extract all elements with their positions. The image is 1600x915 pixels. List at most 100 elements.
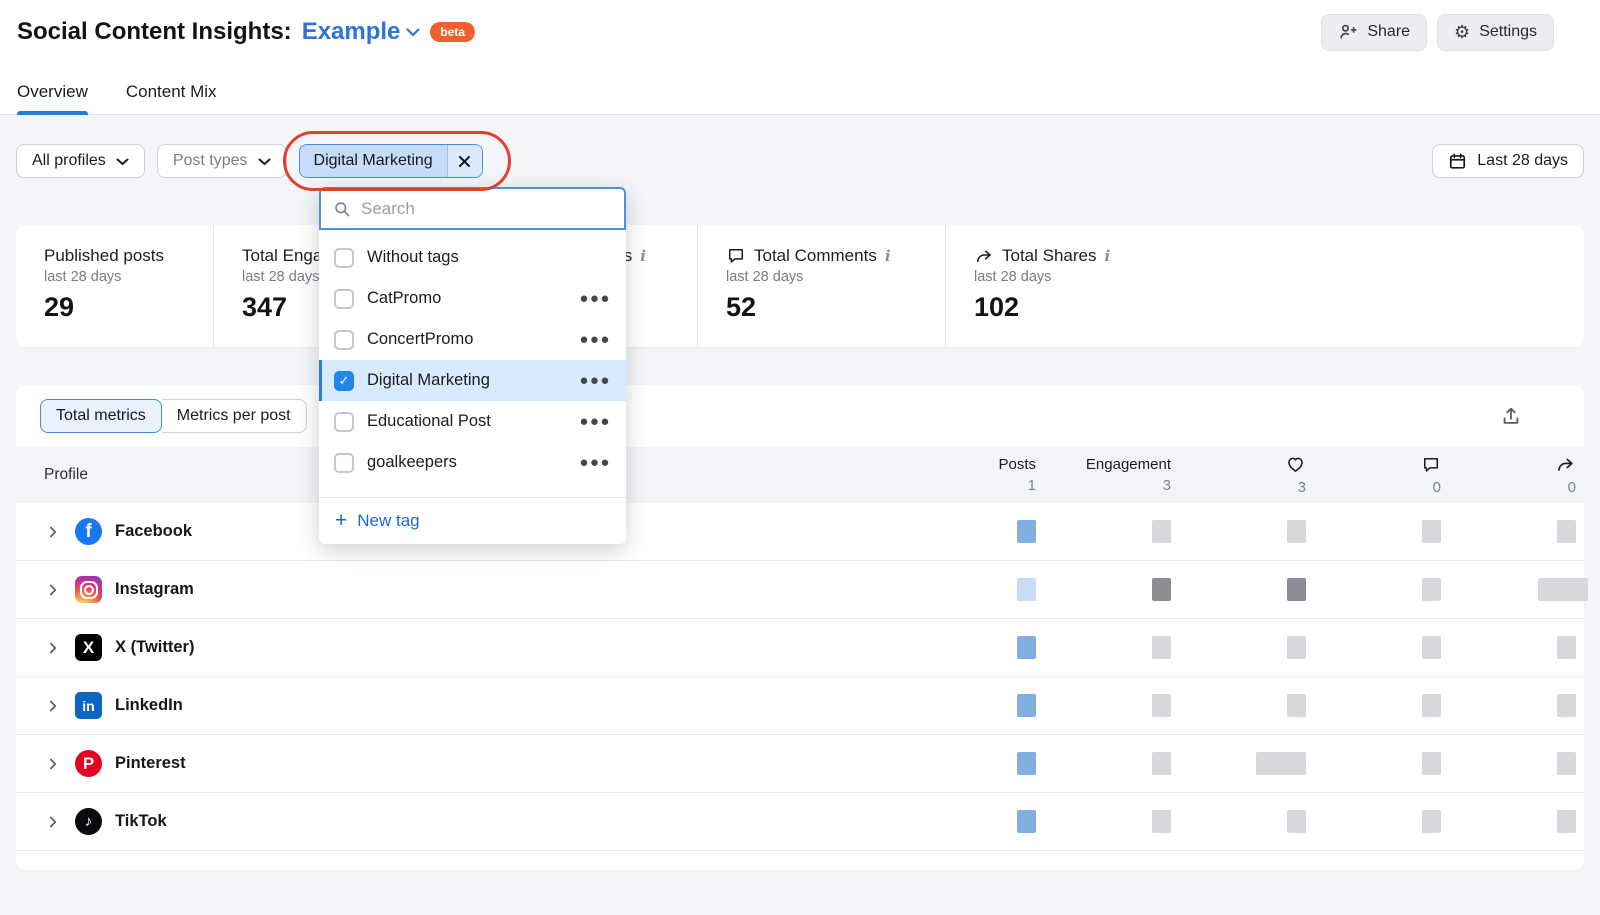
- table-row: fFacebook: [16, 503, 1584, 561]
- value-placeholder-block: [1287, 578, 1306, 601]
- likes-column-header[interactable]: 3: [1179, 454, 1314, 496]
- metric-cell: [1044, 810, 1179, 833]
- metric-cell: [1449, 810, 1584, 833]
- value-placeholder-block: [1152, 578, 1171, 601]
- checkbox[interactable]: [334, 453, 354, 473]
- expand-chevron-icon[interactable]: [44, 755, 62, 773]
- share-arrow-icon: [974, 246, 994, 266]
- metric-title: Total Shares: [1002, 246, 1097, 266]
- expand-chevron-icon[interactable]: [44, 523, 62, 541]
- value-placeholder-block: [1557, 752, 1576, 775]
- tag-chip-label[interactable]: Digital Marketing: [300, 145, 447, 177]
- settings-button[interactable]: ⚙ Settings: [1437, 14, 1554, 51]
- checkbox[interactable]: [334, 330, 354, 350]
- metric-cell: [969, 578, 1044, 601]
- info-icon[interactable]: i: [640, 247, 646, 265]
- tag-option-goalkeepers[interactable]: goalkeepers ●●●: [319, 442, 626, 483]
- tag-search-input[interactable]: [361, 199, 612, 219]
- metric-cell: [1314, 752, 1449, 775]
- value-placeholder-block: [1557, 810, 1576, 833]
- metric-title: Total Comments: [754, 246, 877, 266]
- profile-name: Pinterest: [115, 754, 186, 773]
- post-types-filter-button[interactable]: Post types: [157, 144, 287, 178]
- checkbox[interactable]: [334, 289, 354, 309]
- table-row: inLinkedIn: [16, 677, 1584, 735]
- new-tag-button[interactable]: + New tag: [319, 497, 626, 544]
- toggle-total-metrics[interactable]: Total metrics: [40, 399, 162, 433]
- expand-chevron-icon[interactable]: [44, 813, 62, 831]
- expand-chevron-icon[interactable]: [44, 697, 62, 715]
- toggle-metrics-per-post[interactable]: Metrics per post: [162, 399, 307, 433]
- metric-cell: [969, 636, 1044, 659]
- tab-overview[interactable]: Overview: [17, 74, 88, 114]
- new-tag-label: New tag: [357, 511, 419, 531]
- tag-filter-chip[interactable]: Digital Marketing: [299, 144, 483, 178]
- tab-bar: Overview Content Mix: [0, 74, 1600, 115]
- profile-row-instagram[interactable]: Instagram: [44, 576, 334, 603]
- metric-title: Published posts: [44, 246, 164, 266]
- value-placeholder-block: [1422, 636, 1441, 659]
- tag-option-educational-post[interactable]: Educational Post ●●●: [319, 401, 626, 442]
- value-placeholder-block: [1152, 694, 1171, 717]
- profile-name: X (Twitter): [115, 638, 194, 657]
- plus-icon: +: [335, 510, 347, 531]
- export-icon[interactable]: [1500, 405, 1522, 427]
- profile-row-linkedin[interactable]: inLinkedIn: [44, 692, 334, 719]
- posts-column-header[interactable]: Posts 1: [969, 454, 1044, 496]
- info-icon[interactable]: i: [885, 247, 891, 265]
- tag-option-concertpromo[interactable]: ConcertPromo ●●●: [319, 319, 626, 360]
- checkbox[interactable]: [334, 371, 354, 391]
- tab-content-mix[interactable]: Content Mix: [126, 74, 217, 114]
- value-placeholder-block: [1287, 694, 1306, 717]
- value-placeholder-block: [1017, 810, 1036, 833]
- post-types-filter-label: Post types: [173, 152, 248, 170]
- tag-menu-icon[interactable]: ●●●: [579, 290, 611, 307]
- comment-icon: [726, 246, 746, 266]
- tag-option-catpromo[interactable]: CatPromo ●●●: [319, 278, 626, 319]
- tag-menu-icon[interactable]: ●●●: [579, 454, 611, 471]
- checkbox[interactable]: [334, 248, 354, 268]
- tag-search-box[interactable]: [319, 187, 626, 230]
- tag-menu-icon[interactable]: ●●●: [579, 413, 611, 430]
- share-button[interactable]: Share: [1321, 14, 1427, 51]
- expand-chevron-icon[interactable]: [44, 581, 62, 599]
- value-placeholder-block: [1017, 694, 1036, 717]
- date-range-button[interactable]: Last 28 days: [1432, 144, 1584, 178]
- page-title: Social Content Insights:: [17, 18, 292, 46]
- project-selector[interactable]: Example: [302, 18, 421, 46]
- tag-option-without-tags[interactable]: Without tags ●●●: [319, 237, 626, 278]
- metric-cell: [1179, 520, 1314, 543]
- profile-row-x-twitter-[interactable]: XX (Twitter): [44, 634, 334, 661]
- tag-option-digital-marketing[interactable]: Digital Marketing ●●●: [319, 360, 626, 401]
- project-name[interactable]: Example: [302, 18, 401, 46]
- profile-row-facebook[interactable]: fFacebook: [44, 518, 334, 545]
- shares-column-header[interactable]: 0: [1449, 454, 1584, 496]
- value-placeholder-block: [1256, 752, 1306, 775]
- metric-cell: [1044, 520, 1179, 543]
- profiles-filter-button[interactable]: All profiles: [16, 144, 145, 178]
- filter-bar: All profiles Post types Digital Marketin…: [16, 144, 1584, 178]
- tag-menu-icon[interactable]: ●●●: [579, 331, 611, 348]
- metric-total-shares: Total Shares i last 28 days 102: [945, 225, 1584, 347]
- value-placeholder-block: [1422, 810, 1441, 833]
- engagement-column-header[interactable]: Engagement 3: [1044, 454, 1179, 496]
- profile-row-pinterest[interactable]: PPinterest: [44, 750, 334, 777]
- date-range-label: Last 28 days: [1477, 152, 1568, 170]
- remove-tag-icon[interactable]: [447, 145, 482, 177]
- expand-chevron-icon[interactable]: [44, 639, 62, 657]
- profile-row-tiktok[interactable]: ♪TikTok: [44, 808, 334, 835]
- facebook-icon: f: [75, 518, 102, 545]
- value-placeholder-block: [1017, 520, 1036, 543]
- metric-cell: [1179, 752, 1314, 775]
- share-button-label: Share: [1367, 23, 1410, 41]
- metric-cell: [1449, 520, 1584, 543]
- metric-cell: [1044, 636, 1179, 659]
- metric-cell: [1449, 694, 1584, 717]
- info-icon[interactable]: i: [1105, 247, 1111, 265]
- metric-total-comments: Total Comments i last 28 days 52: [697, 225, 945, 347]
- checkbox[interactable]: [334, 412, 354, 432]
- tag-menu-icon[interactable]: ●●●: [579, 372, 611, 389]
- comments-column-header[interactable]: 0: [1314, 454, 1449, 496]
- metric-cell: [1044, 694, 1179, 717]
- metric-cell: [1314, 636, 1449, 659]
